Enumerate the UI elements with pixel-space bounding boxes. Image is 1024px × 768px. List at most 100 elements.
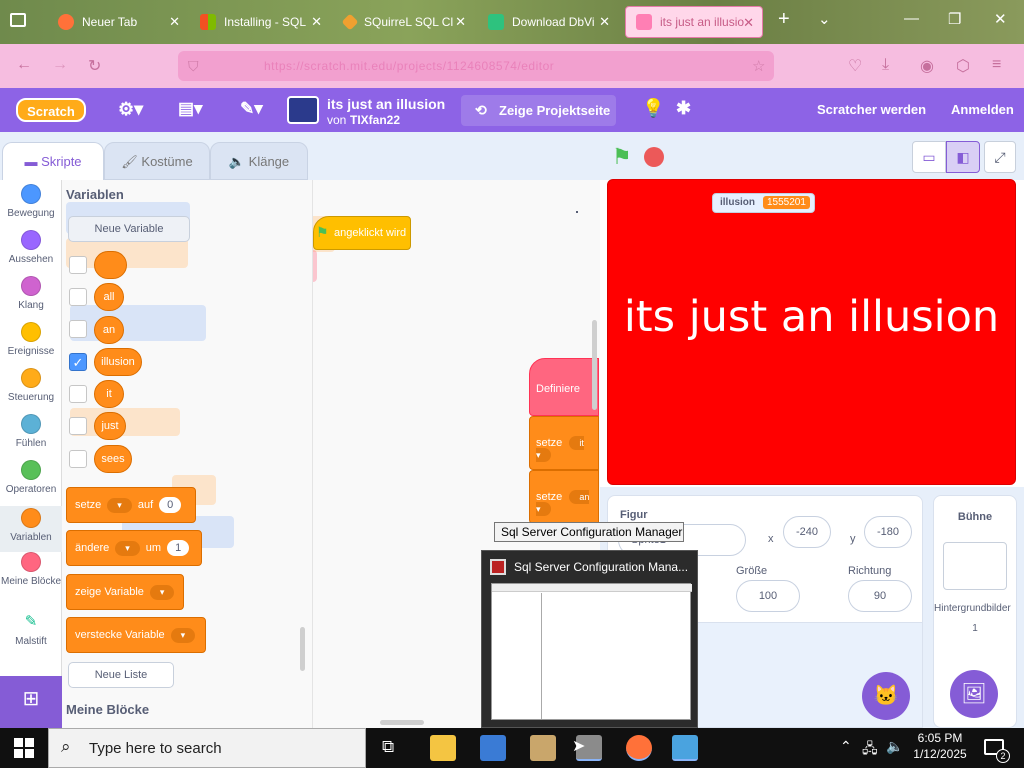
extensions-button[interactable]: ⊞: [0, 676, 62, 728]
workspace-hscrollbar[interactable]: [380, 720, 424, 725]
green-flag-icon[interactable]: ⚑: [612, 144, 632, 170]
add-backdrop-button[interactable]: 🖼: [950, 670, 998, 718]
sign-in-link[interactable]: Anmelden: [951, 102, 1014, 117]
value-input[interactable]: 0: [159, 497, 182, 513]
variable-reporter[interactable]: sees: [94, 445, 132, 473]
variable-checkbox[interactable]: [69, 320, 87, 338]
scratch-logo[interactable]: Scratch: [16, 98, 86, 122]
tab-installing-sql[interactable]: Installing - SQL ✕: [190, 6, 330, 38]
variable-reporter[interactable]: it: [94, 380, 124, 408]
variable-checkbox-checked[interactable]: ✓: [69, 353, 87, 371]
system-clock[interactable]: 6:05 PM 1/12/2025: [912, 730, 968, 762]
join-scratch-link[interactable]: Scratcher werden: [817, 102, 926, 117]
set-variable-block[interactable]: setze ▾ auf 0: [66, 487, 196, 523]
palette-scrollbar[interactable]: [300, 627, 305, 671]
close-icon[interactable]: ✕: [599, 14, 610, 30]
bookmark-star-icon[interactable]: ☆: [752, 57, 766, 75]
windows-start-icon[interactable]: [14, 738, 34, 758]
restore-button[interactable]: ❐: [948, 10, 961, 28]
category-8[interactable]: Meine Blöcke: [0, 552, 62, 587]
file-explorer-icon[interactable]: [430, 735, 456, 761]
change-variable-block[interactable]: ändere ▾ um 1: [66, 530, 202, 566]
account-icon[interactable]: ◉: [920, 56, 934, 76]
author-name[interactable]: TIXfan22: [350, 113, 400, 127]
volume-icon[interactable]: 🔈: [886, 738, 903, 755]
set-it-block[interactable]: setze it ▾: [529, 416, 599, 470]
downloads-icon[interactable]: ⤓: [882, 56, 889, 74]
turbo-lightbulb-icon[interactable]: 💡: [642, 98, 664, 119]
project-title[interactable]: its just an illusion: [327, 96, 445, 112]
variable-dropdown[interactable]: ▾: [115, 540, 140, 556]
variable-reporter[interactable]: just: [94, 412, 126, 440]
tab-download-dbvis[interactable]: Download DbVi ✕: [478, 6, 618, 38]
category-2[interactable]: Klang: [0, 276, 62, 311]
close-icon[interactable]: ✕: [311, 14, 322, 30]
edit-menu-icon[interactable]: ✎▾: [240, 99, 263, 119]
new-variable-button[interactable]: Neue Variable: [68, 216, 190, 242]
file-menu-icon[interactable]: ▤▾: [178, 99, 203, 119]
variable-dropdown[interactable]: ▾: [170, 627, 196, 643]
tab-scratch-project[interactable]: its just an illusio ✕: [625, 6, 763, 38]
tab-new-tab[interactable]: Neuer Tab ✕: [48, 6, 188, 38]
hide-variable-block[interactable]: verstecke Variable ▾: [66, 617, 206, 653]
category-0[interactable]: Bewegung: [0, 184, 62, 219]
variable-reporter[interactable]: an: [94, 316, 124, 344]
stop-icon[interactable]: [644, 147, 664, 167]
network-icon[interactable]: 🖧: [862, 738, 878, 762]
category-7[interactable]: Variablen: [0, 506, 62, 552]
stage-thumbnail[interactable]: [943, 542, 1007, 590]
show-variable-block[interactable]: zeige Variable ▾: [66, 574, 184, 610]
tab-sounds[interactable]: 🔈 Klänge: [210, 142, 308, 180]
taskbar-window-preview[interactable]: Sql Server Configuration Mana...: [481, 550, 698, 728]
size-input[interactable]: 100: [736, 580, 800, 612]
tab-squirrel[interactable]: SQuirreL SQL Cl ✕: [334, 6, 474, 38]
value-input[interactable]: 1: [167, 540, 190, 556]
chevron-down-icon[interactable]: ⌄: [818, 10, 831, 28]
category-4[interactable]: Steuerung: [0, 368, 62, 403]
workspace-vscrollbar[interactable]: [592, 320, 597, 410]
package-icon[interactable]: [530, 735, 556, 761]
variable-reporter[interactable]: [94, 251, 127, 279]
close-window-button[interactable]: ✕: [994, 10, 1007, 28]
close-icon[interactable]: ✕: [455, 14, 466, 30]
url-bar[interactable]: ⛉ https://scratch.mit.edu/projects/11246…: [178, 51, 774, 81]
variable-monitor[interactable]: illusion 1555201: [712, 193, 815, 213]
category-1[interactable]: Aussehen: [0, 230, 62, 265]
new-list-button[interactable]: Neue Liste: [68, 662, 174, 688]
variable-reporter[interactable]: all: [94, 283, 124, 311]
category-3[interactable]: Ereignisse: [0, 322, 62, 357]
reload-icon[interactable]: ↻: [88, 56, 101, 76]
category-6[interactable]: Operatoren: [0, 460, 62, 495]
settings-gear-icon[interactable]: ⚙▾: [118, 99, 143, 120]
back-arrow-icon[interactable]: ←: [16, 56, 32, 74]
category-9[interactable]: ✎ Malstift: [0, 612, 62, 647]
y-input[interactable]: -180: [864, 516, 912, 548]
when-flag-clicked-hat[interactable]: ⚑ angeklickt wird: [313, 216, 411, 250]
fullscreen-button[interactable]: ⤢: [984, 141, 1016, 173]
preview-thumbnail[interactable]: [491, 583, 692, 720]
category-5[interactable]: Fühlen: [0, 414, 62, 449]
see-project-page-button[interactable]: ⟲ Zeige Projektseite: [461, 95, 616, 126]
define-block[interactable]: Definiere: [529, 358, 599, 416]
minimize-button[interactable]: —: [904, 10, 919, 27]
set-an-block[interactable]: setze an ▾: [529, 470, 599, 524]
remote-desktop-icon[interactable]: [672, 735, 698, 761]
close-icon[interactable]: ✕: [743, 15, 754, 31]
new-tab-button[interactable]: +: [778, 8, 790, 31]
variable-dropdown[interactable]: ▾: [149, 584, 175, 600]
pocket-icon[interactable]: ♡: [848, 56, 862, 76]
variable-checkbox[interactable]: [69, 385, 87, 403]
chevron-up-icon[interactable]: ⌃: [840, 738, 852, 755]
variable-dropdown[interactable]: ▾: [107, 497, 132, 513]
variable-checkbox[interactable]: [69, 288, 87, 306]
variable-checkbox[interactable]: [69, 256, 87, 274]
firefox-taskbar-icon[interactable]: [626, 735, 652, 761]
menu-icon[interactable]: ≡: [992, 56, 1001, 74]
tab-costumes[interactable]: 🖌 Kostüme: [104, 142, 210, 180]
tab-list-icon[interactable]: [10, 13, 26, 27]
add-sprite-button[interactable]: 🐱: [862, 672, 910, 720]
close-icon[interactable]: ✕: [169, 14, 180, 30]
extensions-icon[interactable]: ⬡: [956, 56, 970, 76]
small-stage-button[interactable]: ▭: [912, 141, 946, 173]
x-input[interactable]: -240: [783, 516, 831, 548]
